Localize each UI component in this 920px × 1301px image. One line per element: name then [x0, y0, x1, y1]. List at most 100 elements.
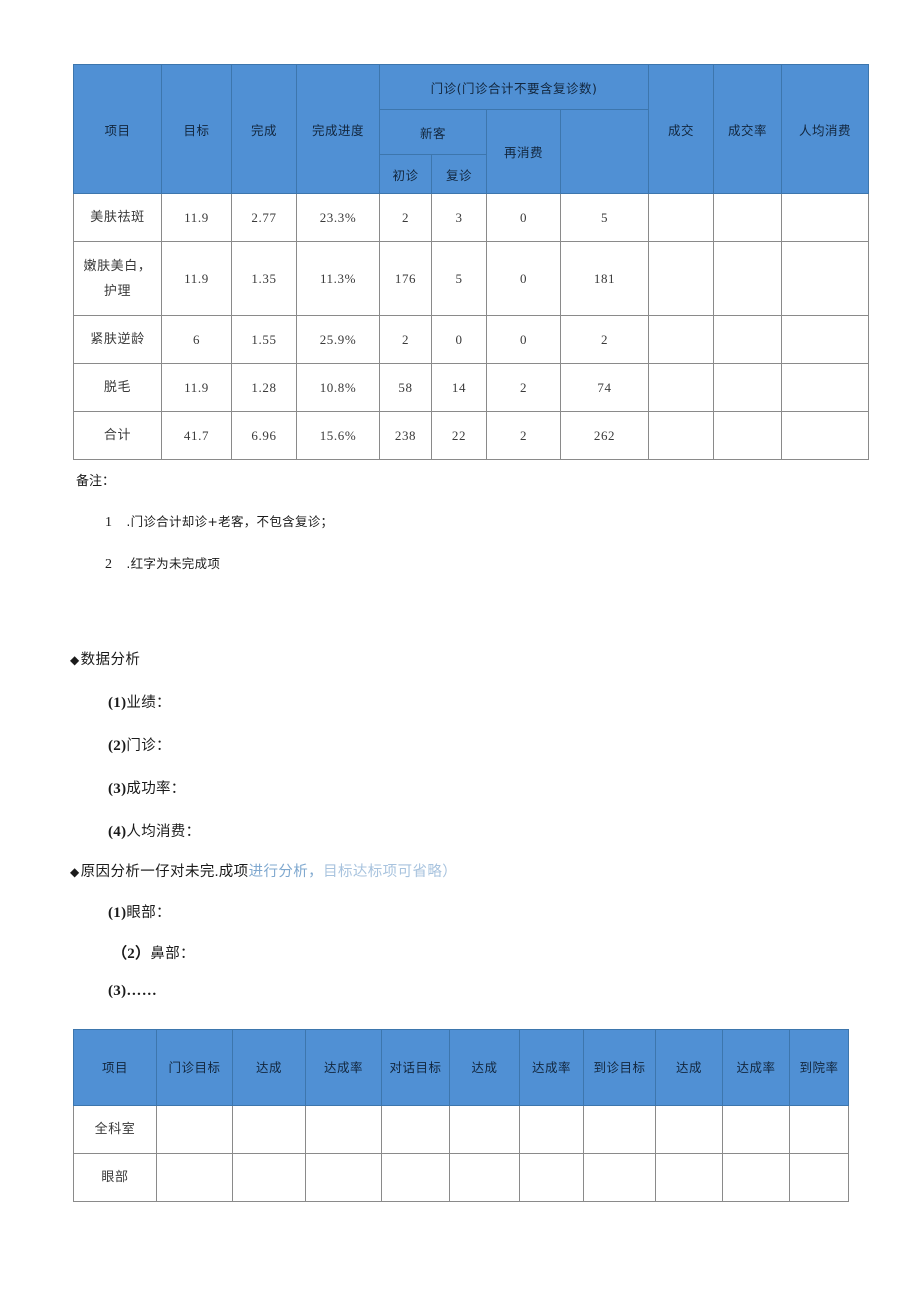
cell-avg-spend — [781, 241, 870, 316]
note-number: 1 — [105, 515, 113, 530]
cell-target: 41.7 — [161, 411, 232, 460]
th2-achieved-2: 达成 — [449, 1029, 520, 1106]
cell-subtotal: 5 — [559, 193, 650, 242]
cell-return-visit: 14 — [431, 363, 487, 412]
th2-outpatient-target: 门诊目标 — [156, 1029, 233, 1106]
cell-project: 合计 — [73, 411, 162, 460]
cell2-dialog-target — [381, 1153, 450, 1202]
table-row: 紧肤逆龄 6 1.55 25.9% 2 0 0 2 — [73, 315, 870, 364]
cell-deal — [648, 315, 715, 364]
cell2-achieved-1 — [232, 1105, 306, 1154]
cell-return-visit: 0 — [431, 315, 487, 364]
cell-deal — [648, 363, 715, 412]
th2-achieve-rate-2: 达成率 — [519, 1029, 584, 1106]
cell-complete: 1.35 — [231, 241, 297, 316]
cell2-achieved-3 — [655, 1153, 723, 1202]
cell-target: 11.9 — [161, 241, 232, 316]
cell-repurchase: 0 — [486, 193, 561, 242]
cell-deal-rate — [713, 411, 783, 460]
document-page: 项目 目标 完成 完成进度 门诊(门诊合计不要含复诊数) 成交 成交率 人均消费… — [0, 0, 920, 1301]
cell-avg-spend — [781, 363, 870, 412]
th-avg-spend: 人均消费 — [781, 64, 870, 194]
cell-complete: 6.96 — [231, 411, 297, 460]
table-row: 脱毛 11.9 1.28 10.8% 58 14 2 74 — [73, 363, 870, 412]
th-deal: 成交 — [648, 64, 715, 194]
cell2-visit-target — [583, 1153, 656, 1202]
th2-project: 项目 — [73, 1029, 157, 1106]
cell2-achieved-3 — [655, 1105, 723, 1154]
cell-subtotal: 262 — [559, 411, 650, 460]
notes-block: 备注： 1 .门诊合计却诊+老客，不包含复诊； 2 .红字为未完成项 — [73, 470, 773, 573]
table-row-total: 合计 41.7 6.96 15.6% 238 22 2 262 — [73, 411, 870, 460]
th2-achieve-rate-1-text: 达成率 — [323, 1059, 363, 1075]
performance-table-body: 美肤祛斑 11.9 2.77 23.3% 2 3 0 5 嫩肤美白， 护理 11.… — [73, 193, 870, 460]
cell-target: 11.9 — [161, 363, 232, 412]
cell-project: 脱毛 — [73, 363, 162, 412]
kpi-table-container: 项目 门诊目标 达成 达成率 对话目标 达成 达成率 到诊目标 达成 达成率 到… — [73, 1029, 849, 1202]
note-item: 1 .门诊合计却诊+老客，不包含复诊； — [105, 511, 773, 531]
cell2-achieve-rate-3 — [722, 1105, 790, 1154]
cell-return-visit: 5 — [431, 241, 487, 316]
cell2-achieve-rate-3 — [722, 1153, 790, 1202]
item-label: 业绩： — [126, 695, 171, 711]
item-label: 眼部： — [126, 905, 171, 921]
cell-project: 紧肤逆龄 — [73, 315, 162, 364]
note-item: 2 .红字为未完成项 — [105, 553, 773, 573]
cause-analysis-item: （2）鼻部： — [112, 942, 830, 963]
cell2-arrival-rate — [789, 1153, 849, 1202]
cell2-achieved-2 — [449, 1105, 520, 1154]
th2-arrival-rate: 到院率 — [789, 1029, 849, 1106]
item-number: (1) — [108, 695, 127, 711]
th-target: 目标 — [161, 64, 232, 194]
cell-avg-spend — [781, 315, 870, 364]
cell-deal — [648, 241, 715, 316]
cell-return-visit: 22 — [431, 411, 487, 460]
cell-avg-spend — [781, 411, 870, 460]
cell-first-visit: 176 — [379, 241, 432, 316]
cell2-achieve-rate-1 — [305, 1105, 382, 1154]
cell2-project: 全科室 — [73, 1105, 157, 1154]
cell2-arrival-rate — [789, 1105, 849, 1154]
cell2-achieved-1 — [232, 1153, 306, 1202]
cell-target: 6 — [161, 315, 232, 364]
cell2-achieve-rate-2 — [519, 1153, 584, 1202]
th-progress: 完成进度 — [296, 64, 380, 194]
cell-complete: 2.77 — [231, 193, 297, 242]
cell-target: 11.9 — [161, 193, 232, 242]
th2-project-text: 项目 — [101, 1059, 128, 1075]
cause-analysis-section: ◆原因分析一仔对未完.成项进行分析，目标达标项可省略） (1)眼部： （2）鼻部… — [70, 860, 830, 1000]
cell-complete: 1.28 — [231, 363, 297, 412]
cause-heading-part2: 进行分析， — [248, 864, 324, 880]
cell2-project: 眼部 — [73, 1153, 157, 1202]
note-text: .门诊合计却诊+老客，不包含复诊； — [126, 514, 334, 529]
th2-achieved-1-text: 达成 — [255, 1059, 282, 1075]
item-label: …… — [126, 983, 157, 999]
performance-table-container: 项目 目标 完成 完成进度 门诊(门诊合计不要含复诊数) 成交 成交率 人均消费… — [73, 64, 870, 460]
item-number: (4) — [108, 824, 127, 840]
cell-deal-rate — [713, 193, 783, 242]
th2-achieved-3: 达成 — [655, 1029, 723, 1106]
th-repurchase: 再消费 — [486, 109, 561, 194]
cause-analysis-item: (3)…… — [108, 983, 830, 1000]
table-row: 全科室 — [73, 1105, 849, 1154]
cell-progress: 10.8% — [296, 363, 380, 412]
cell-progress: 25.9% — [296, 315, 380, 364]
cell-deal-rate — [713, 241, 783, 316]
th2-dialog-target: 对话目标 — [381, 1029, 450, 1106]
item-number: （2） — [112, 946, 151, 962]
cell2-outpatient-target — [156, 1153, 233, 1202]
cause-analysis-item: (1)眼部： — [108, 901, 830, 922]
cell-project-line1: 嫩肤美白， — [83, 257, 152, 273]
data-analysis-item: (3)成功率： — [108, 777, 830, 798]
table-row: 美肤祛斑 11.9 2.77 23.3% 2 3 0 5 — [73, 193, 870, 242]
cell-repurchase: 2 — [486, 411, 561, 460]
item-label: 成功率： — [126, 781, 186, 797]
cell-deal-rate — [713, 363, 783, 412]
cell2-achieved-2 — [449, 1153, 520, 1202]
performance-table-head: 项目 目标 完成 完成进度 门诊(门诊合计不要含复诊数) 成交 成交率 人均消费… — [73, 64, 870, 194]
th2-outpatient-target-text: 门诊目标 — [168, 1059, 221, 1075]
kpi-table-body: 全科室 眼部 — [73, 1105, 849, 1202]
th2-visit-target: 到诊目标 — [583, 1029, 656, 1106]
th2-achieve-rate-3: 达成率 — [722, 1029, 790, 1106]
th2-dialog-target-text: 对话目标 — [389, 1059, 442, 1075]
